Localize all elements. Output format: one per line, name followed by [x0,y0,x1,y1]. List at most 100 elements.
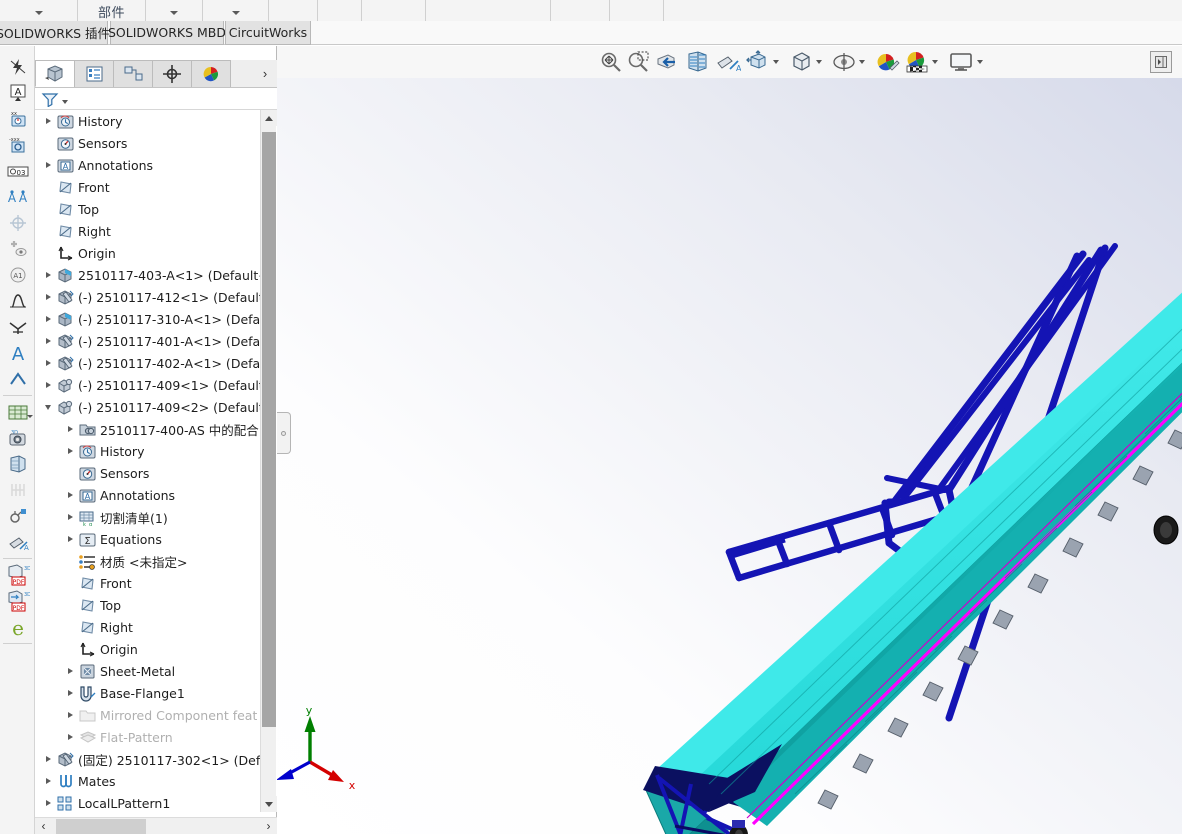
chevron-down-icon[interactable] [816,60,822,64]
tree-item-0[interactable]: History [35,110,277,132]
view-orientation-light-icon[interactable]: A [713,47,743,77]
tab-display-manager[interactable] [191,60,231,87]
compare-documents-icon[interactable]: AA [0,184,35,210]
tree-item-28[interactable]: Flat-Pattern [35,726,277,748]
ribbon-cell-9[interactable] [610,0,664,21]
tree-item-14[interactable]: 2510117-400-AS 中的配合 [35,418,277,440]
spotlight-icon[interactable]: A [0,529,35,555]
chevron-right-icon[interactable] [63,528,77,550]
tree-item-19[interactable]: Σ Equations [35,528,277,550]
tree-item-20[interactable]: 材质 <未指定> [35,550,277,572]
tab-property-manager[interactable] [74,60,114,87]
chevron-right-icon[interactable] [63,660,77,682]
tab-solidworks-mbd[interactable]: SOLIDWORKS MBD [108,21,226,45]
feature-tree-filter-bar[interactable] [35,88,277,110]
edrawings-icon[interactable]: e [0,614,35,640]
tree-item-13[interactable]: (-) 2510117-409<2> (Default< [35,396,277,418]
chevron-right-icon[interactable] [63,484,77,506]
sensor-tool-icon[interactable] [0,503,35,529]
chevron-down-icon[interactable] [773,60,779,64]
tree-item-31[interactable]: LocalLPattern1 [35,792,277,812]
chevron-right-icon[interactable] [41,308,55,330]
tree-item-22[interactable]: Top [35,594,277,616]
tab-solidworks-addins[interactable]: SOLIDWORKS 插件 [0,21,110,45]
tree-item-18[interactable]: k g 切割清单(1) [35,506,277,528]
tree-item-6[interactable]: Origin [35,242,277,264]
tree-item-2[interactable]: A Annotations [35,154,277,176]
chevron-right-icon[interactable] [41,110,55,132]
scroll-up-button[interactable] [261,110,277,126]
previous-view-icon[interactable] [653,47,683,77]
chevron-down-icon[interactable] [977,60,983,64]
draft-analysis-icon[interactable] [0,314,35,340]
tree-item-9[interactable]: (-) 2510117-310-A<1> (Defau [35,308,277,330]
chevron-right-icon[interactable] [63,506,77,528]
ribbon-cell-dropdown-2[interactable] [146,0,203,21]
hide-show-items-icon[interactable] [829,47,872,77]
chevron-right-icon[interactable] [41,770,55,792]
panel-collapse-handle[interactable] [277,412,291,454]
tree-item-4[interactable]: Top [35,198,277,220]
large-a-icon[interactable]: A [0,340,35,366]
tab-configuration-manager[interactable] [113,60,153,87]
tree-item-23[interactable]: Right [35,616,277,638]
mass-properties-icon[interactable]: -xxx [0,132,35,158]
chevron-right-icon[interactable] [41,330,55,352]
chevron-right-icon[interactable] [41,286,55,308]
section-view-icon[interactable] [683,47,713,77]
ribbon-cell-dropdown-3[interactable] [203,0,269,21]
ribbon-cell-component[interactable]: 部件 [78,0,146,21]
geometry-analysis-icon[interactable] [0,236,35,262]
tab-dimxpert-manager[interactable] [152,60,192,87]
tree-item-7[interactable]: 2510117-403-A<1> (Default<I [35,264,277,286]
tree-item-17[interactable]: A Annotations [35,484,277,506]
scroll-right-button[interactable]: › [260,818,277,834]
view-orientation-icon[interactable] [743,47,786,77]
annotation-a-icon[interactable]: A [0,80,35,106]
photoview-camera-icon[interactable]: 3D [0,425,35,451]
tree-item-24[interactable]: Origin [35,638,277,660]
tree-item-5[interactable]: Right [35,220,277,242]
tree-item-30[interactable]: Mates [35,770,277,792]
tree-item-27[interactable]: Mirrored Component feat [35,704,277,726]
feature-tree-vscrollbar[interactable] [260,110,277,812]
feature-tree[interactable]: History Sensors A Annotations Front Top Right O… [35,110,277,812]
chevron-right-icon[interactable] [41,748,55,770]
export-3d-pdf-icon[interactable]: 3D PDF [0,588,35,614]
apply-scene-icon[interactable] [902,47,945,77]
scroll-down-button[interactable] [261,796,277,812]
tree-item-8[interactable]: (-) 2510117-412<1> (Default) [35,286,277,308]
chevron-right-icon[interactable] [63,418,77,440]
tree-item-16[interactable]: Sensors [35,462,277,484]
chevron-right-icon[interactable] [41,792,55,812]
chevron-right-icon[interactable] [41,154,55,176]
publish-3d-pdf-icon[interactable]: 3D PDF [0,562,35,588]
chevron-right-icon[interactable] [41,264,55,286]
scroll-left-button[interactable]: ‹ [35,818,52,834]
chevron-down-icon[interactable] [859,60,865,64]
section-properties-icon[interactable]: 03 [0,158,35,184]
zoom-to-area-icon[interactable] [625,47,653,77]
display-style-icon[interactable] [786,47,829,77]
chevron-down-icon[interactable] [932,60,938,64]
tree-item-21[interactable]: Front [35,572,277,594]
chevron-right-icon[interactable] [41,352,55,374]
chevron-right-icon[interactable] [63,704,77,726]
tree-item-29[interactable]: (固定) 2510117-302<1> (Defau [35,748,277,770]
chevron-right-icon[interactable] [41,374,55,396]
tree-item-26[interactable]: Base-Flange1 [35,682,277,704]
tree-item-12[interactable]: (-) 2510117-409<1> (Default< [35,374,277,396]
measure-icon[interactable]: xx [0,106,35,132]
tree-item-10[interactable]: (-) 2510117-401-A<1> (Defau [35,330,277,352]
graphics-viewport[interactable]: y x z [277,78,1182,834]
vscroll-thumb[interactable] [262,132,276,727]
feature-manager-more-tabs[interactable]: › [253,60,277,87]
ribbon-cell-7[interactable] [426,0,551,21]
ribbon-cell-dropdown-1[interactable] [0,0,78,21]
ribbon-cell-4[interactable] [269,0,318,21]
tree-item-1[interactable]: Sensors [35,132,277,154]
hscroll-track[interactable] [52,818,260,834]
curvature-icon[interactable]: A1 [0,262,35,288]
design-table-icon[interactable] [0,399,35,425]
feature-tree-hscrollbar[interactable]: ‹ › [35,817,277,834]
